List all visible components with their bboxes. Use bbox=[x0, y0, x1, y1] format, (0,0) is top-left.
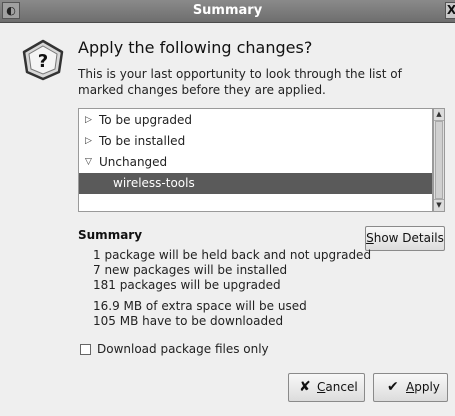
tree-row-unchanged[interactable]: ▽ Unchanged bbox=[79, 152, 432, 173]
apply-icon: ✔ bbox=[387, 379, 399, 395]
expander-collapsed-icon[interactable]: ▷ bbox=[85, 110, 92, 131]
summary-line-held-back: 1 package will be held back and not upgr… bbox=[93, 248, 372, 262]
apply-mnemonic: A bbox=[406, 380, 415, 394]
expander-expanded-icon[interactable]: ▽ bbox=[85, 152, 92, 173]
summary-heading: Summary bbox=[78, 228, 143, 242]
cancel-label-rest: ancel bbox=[325, 380, 358, 394]
window-title: Summary bbox=[192, 3, 263, 18]
scroll-down-icon[interactable]: ▼ bbox=[434, 199, 444, 211]
download-only-label[interactable]: Download package files only bbox=[97, 342, 269, 356]
dialog-heading: Apply the following changes? bbox=[78, 38, 313, 57]
scroll-thumb[interactable] bbox=[435, 121, 443, 199]
changes-tree[interactable]: ▷ To be upgraded ▷ To be installed ▽ Unc… bbox=[78, 108, 433, 212]
tree-row-label: To be upgraded bbox=[99, 113, 193, 127]
tree-scrollbar[interactable]: ▲ ▼ bbox=[433, 108, 445, 212]
apply-button[interactable]: ✔ Apply bbox=[373, 373, 448, 402]
tree-row-to-be-upgraded[interactable]: ▷ To be upgraded bbox=[79, 110, 432, 131]
summary-line-new-packages: 7 new packages will be installed bbox=[93, 263, 288, 277]
tree-row-label: wireless-tools bbox=[113, 176, 195, 190]
cancel-label: Cancel bbox=[317, 374, 358, 401]
download-only-checkbox[interactable] bbox=[80, 344, 91, 355]
summary-line-upgraded: 181 packages will be upgraded bbox=[93, 278, 281, 292]
summary-line-download-size: 105 MB have to be downloaded bbox=[93, 314, 284, 328]
scroll-up-icon[interactable]: ▲ bbox=[434, 109, 444, 121]
show-details-button[interactable]: Show Details bbox=[365, 226, 445, 251]
tree-row-label: To be installed bbox=[99, 134, 186, 148]
dialog-description: This is your last opportunity to look th… bbox=[78, 67, 402, 97]
summary-line-extra-space: 16.9 MB of extra space will be used bbox=[93, 299, 307, 313]
summary-dialog: ◐ Summary X ? Apply the following change… bbox=[0, 0, 455, 416]
tree-row-label: Unchanged bbox=[99, 155, 168, 169]
show-details-mnemonic: S bbox=[366, 231, 374, 245]
question-mark-glyph: ? bbox=[38, 51, 48, 72]
show-details-label: how Details bbox=[373, 231, 444, 245]
warning-question-icon: ? bbox=[22, 39, 64, 81]
cancel-icon: ✘ bbox=[299, 379, 311, 395]
title-bar[interactable]: ◐ Summary X bbox=[0, 0, 455, 23]
cancel-button[interactable]: ✘ Cancel bbox=[288, 373, 365, 402]
apply-label: Apply bbox=[406, 374, 440, 401]
tree-row-wireless-tools[interactable]: wireless-tools bbox=[79, 173, 432, 194]
tree-row-to-be-installed[interactable]: ▷ To be installed bbox=[79, 131, 432, 152]
apply-label-rest: pply bbox=[414, 380, 440, 394]
close-icon[interactable]: X bbox=[445, 2, 455, 19]
expander-collapsed-icon[interactable]: ▷ bbox=[85, 131, 92, 152]
